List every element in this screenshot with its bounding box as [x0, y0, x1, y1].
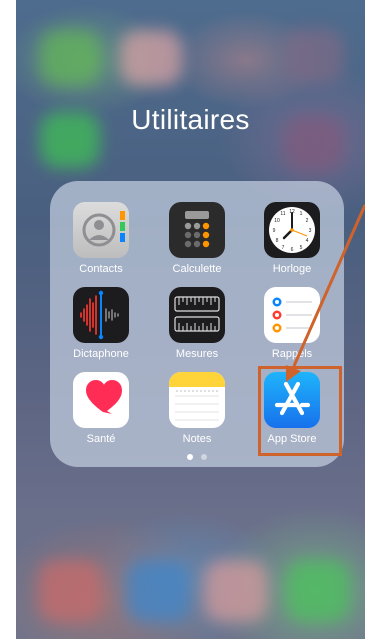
- annotation-highlight-box: [258, 366, 342, 456]
- home-screen-background: Utilitaires Contacts Calculette 12 6 3 9…: [16, 0, 365, 639]
- annotation-arrow: [286, 204, 365, 382]
